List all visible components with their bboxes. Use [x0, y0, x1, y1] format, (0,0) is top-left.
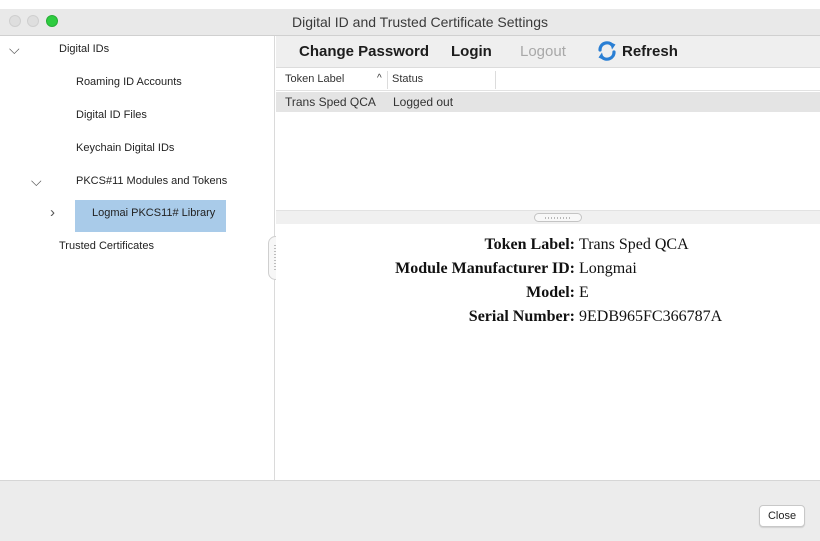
sidebar-item-keychain-digital-ids[interactable]: Keychain Digital IDs [76, 142, 174, 154]
sort-ascending-icon[interactable]: ^ [377, 73, 382, 84]
sidebar-tree[interactable]: ⌵ Digital IDs Roaming ID Accounts Digita… [0, 36, 275, 480]
refresh-button[interactable]: Refresh [622, 43, 678, 60]
token-label-cell: Trans Sped QCA [285, 95, 376, 109]
splitter-grip-icon[interactable] [534, 213, 582, 222]
sidebar-item-trusted-certificates[interactable]: Trusted Certificates [59, 240, 154, 252]
column-divider[interactable] [495, 71, 496, 89]
sidebar-item-pkcs11-modules[interactable]: PKCS#11 Modules and Tokens [76, 175, 227, 187]
sidebar-item-roaming-id-accounts[interactable]: Roaming ID Accounts [76, 76, 182, 88]
manufacturer-value: Longmai [579, 260, 637, 277]
login-button[interactable]: Login [451, 43, 492, 60]
sidebar-item-digital-id-files[interactable]: Digital ID Files [76, 109, 147, 121]
serial-number-label: Serial Number: [468, 308, 575, 325]
window-maximize-button[interactable] [46, 15, 58, 27]
dialog-footer: Close [0, 480, 820, 541]
model-value: E [579, 284, 589, 301]
close-button[interactable]: Close [759, 505, 805, 527]
title-bar: Digital ID and Trusted Certificate Setti… [0, 9, 820, 36]
sidebar-item-digital-ids[interactable]: Digital IDs [59, 43, 109, 55]
toolbar: Change Password Login Logout Refresh [276, 36, 820, 68]
token-table-header: Token Label ^ Status [276, 69, 820, 91]
status-cell: Logged out [393, 95, 454, 109]
serial-number-value: 9EDB965FC366787A [579, 308, 723, 325]
sidebar-item-logmai-library[interactable]: Logmai PKCS11# Library [92, 207, 215, 219]
token-label-value: Trans Sped QCA [579, 236, 689, 253]
column-header-status[interactable]: Status [392, 73, 423, 85]
token-label-label: Token Label: [484, 236, 575, 253]
model-label: Model: [526, 284, 575, 301]
chevron-down-icon[interactable]: ⌵ [9, 41, 20, 58]
column-divider[interactable] [387, 71, 388, 89]
window-minimize-button[interactable] [27, 15, 39, 27]
refresh-icon[interactable] [596, 40, 618, 62]
window-title: Digital ID and Trusted Certificate Setti… [292, 14, 549, 30]
window-close-button[interactable] [9, 15, 21, 27]
settings-window: Digital ID and Trusted Certificate Setti… [0, 0, 820, 541]
chevron-right-icon[interactable]: › [50, 204, 55, 221]
token-table-body [276, 112, 820, 210]
table-row[interactable]: Trans Sped QCA Logged out [276, 92, 820, 112]
change-password-button[interactable]: Change Password [299, 43, 429, 60]
column-header-token-label[interactable]: Token Label [285, 73, 344, 85]
manufacturer-label: Module Manufacturer ID: [395, 260, 575, 277]
logout-button[interactable]: Logout [520, 43, 566, 60]
horizontal-splitter[interactable] [276, 210, 820, 224]
token-details-panel: Token Label: Trans Sped QCA Module Manuf… [276, 224, 820, 480]
chevron-down-icon[interactable]: ⌵ [31, 173, 42, 190]
